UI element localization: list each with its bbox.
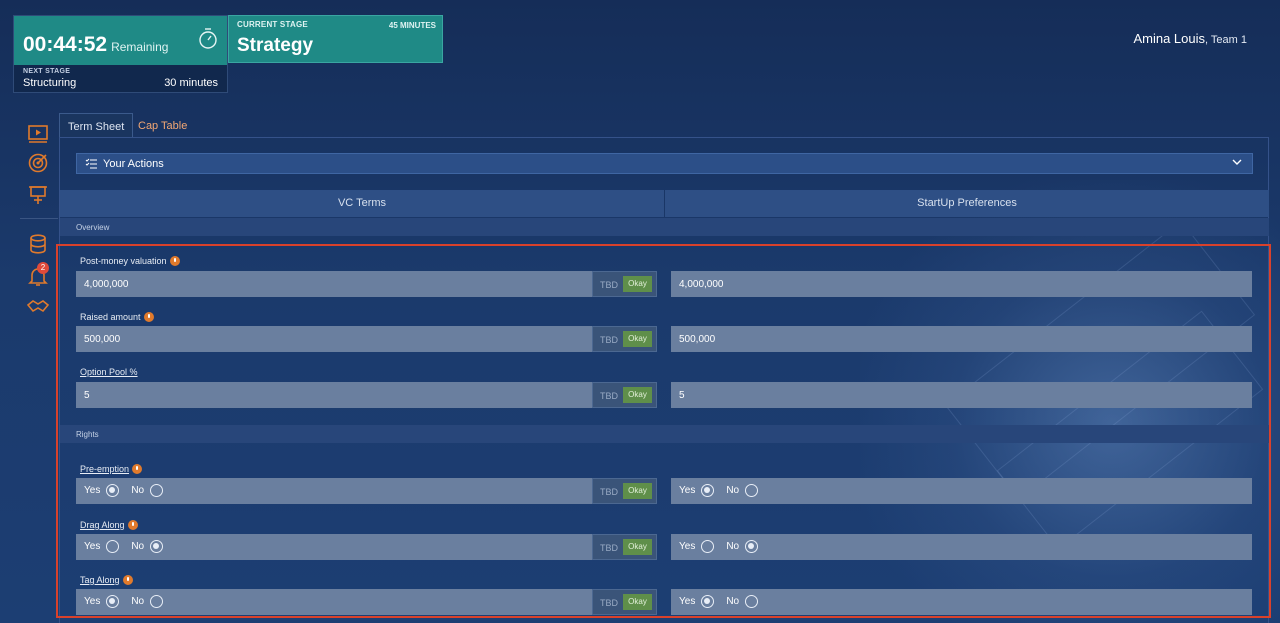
- presentation-icon[interactable]: [27, 184, 49, 206]
- next-stage-name: Structuring: [23, 77, 77, 89]
- countdown-timer: 00:44:52 Remaining NEXT STAGE Structuring…: [13, 15, 228, 93]
- your-actions-label: Your Actions: [103, 158, 164, 170]
- user-name: Amina Louis: [1133, 31, 1205, 46]
- target-icon[interactable]: [27, 152, 49, 174]
- tab-cap-table[interactable]: Cap Table: [130, 113, 195, 138]
- your-actions-dropdown[interactable]: Your Actions: [76, 153, 1253, 174]
- chevron-down-icon: [1232, 159, 1242, 165]
- current-stage-name: Strategy: [237, 35, 314, 56]
- current-stage-card: CURRENT STAGE 45 MINUTES Strategy: [228, 15, 443, 63]
- remaining-label: Remaining: [111, 40, 169, 54]
- sidebar-divider: [20, 218, 58, 219]
- section-overview: Overview: [60, 218, 1269, 236]
- current-stage-duration: 45 MINUTES: [388, 21, 436, 30]
- video-icon[interactable]: [27, 123, 49, 145]
- user-team: , Team 1: [1205, 34, 1247, 46]
- database-icon[interactable]: [27, 233, 49, 255]
- notification-badge: 2: [37, 262, 49, 274]
- user-info[interactable]: Amina Louis, Team 1: [1133, 31, 1247, 46]
- column-vc-terms: VC Terms: [60, 190, 664, 217]
- highlight-frame: [56, 244, 1271, 618]
- handshake-icon[interactable]: [27, 296, 49, 318]
- next-stage-label: NEXT STAGE: [23, 68, 71, 75]
- time-remaining: 00:44:52: [23, 33, 108, 56]
- column-startup-preferences: StartUp Preferences: [665, 190, 1269, 217]
- tab-term-sheet[interactable]: Term Sheet: [59, 113, 134, 138]
- next-stage-duration: 30 minutes: [164, 77, 218, 89]
- checklist-icon: [85, 158, 97, 169]
- stopwatch-icon: [199, 28, 217, 49]
